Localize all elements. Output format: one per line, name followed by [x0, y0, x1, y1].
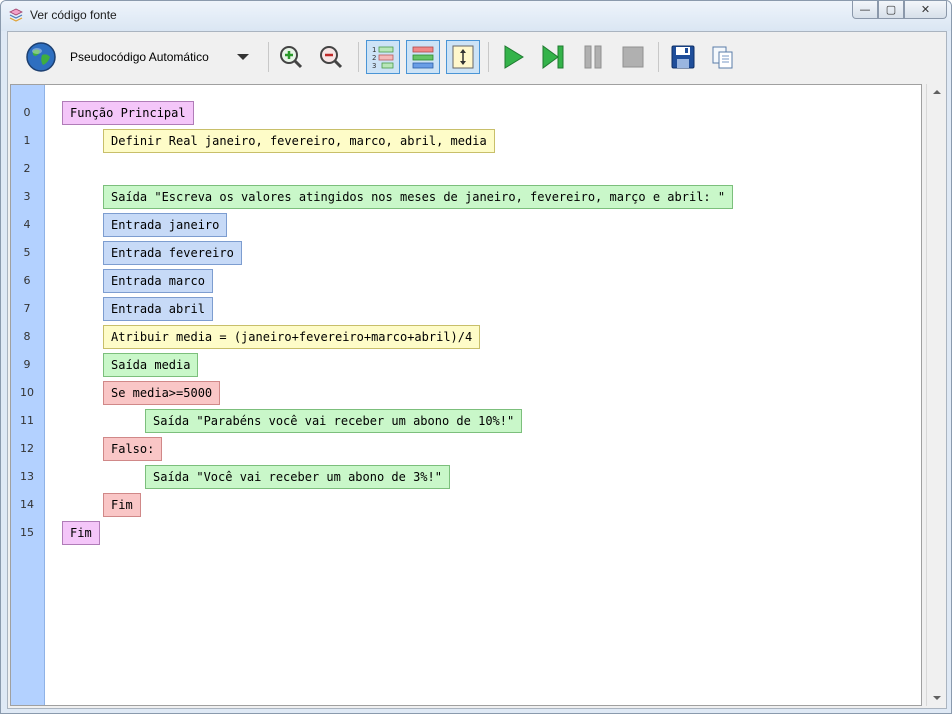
line-number-gutter: 0 1 2 3 4 5 6 7 8 9 10 11 12 13 14 15 — [11, 85, 45, 705]
code-block-in[interactable]: Entrada marco — [103, 269, 213, 293]
language-selector[interactable]: Pseudocódigo Automático — [70, 50, 209, 64]
code-block-cond[interactable]: Se media>=5000 — [103, 381, 221, 405]
color-blocks-icon[interactable] — [406, 40, 440, 74]
line-number: 9 — [23, 358, 31, 371]
run-icon[interactable] — [496, 40, 530, 74]
code-block-in[interactable]: Entrada fevereiro — [103, 241, 242, 265]
title-bar[interactable]: Ver código fonte — ▢ ✕ — [1, 1, 951, 31]
code-block-decl[interactable]: Definir Real janeiro, fevereiro, marco, … — [103, 129, 495, 153]
line-number: 6 — [23, 274, 31, 287]
line-number: 10 — [20, 386, 34, 399]
code-block-out[interactable]: Saída "Escreva os valores atingidos nos … — [103, 185, 734, 209]
code-block-in[interactable]: Entrada abril — [103, 297, 213, 321]
toolbar-separator — [268, 42, 269, 72]
code-block-out[interactable]: Saída "Você vai receber um abono de 3%!" — [145, 465, 450, 489]
svg-text:1: 1 — [372, 46, 376, 54]
line-numbers-icon[interactable]: 1 2 3 — [366, 40, 400, 74]
line-number: 12 — [20, 442, 34, 455]
code-editor[interactable]: 0 1 2 3 4 5 6 7 8 9 10 11 12 13 14 15 Função Principal D… — [10, 84, 922, 706]
scroll-down-icon[interactable] — [933, 696, 941, 700]
toolbar-separator — [488, 42, 489, 72]
line-number: 14 — [20, 498, 34, 511]
chevron-down-icon[interactable] — [237, 54, 249, 60]
code-block-cond[interactable]: Fim — [103, 493, 141, 517]
step-icon[interactable] — [536, 40, 570, 74]
app-window: Ver código fonte — ▢ ✕ Pseudocódigo Auto… — [0, 0, 952, 714]
zoom-in-icon[interactable] — [274, 40, 308, 74]
code-block-func[interactable]: Fim — [62, 521, 100, 545]
app-icon — [9, 8, 23, 22]
svg-text:3: 3 — [372, 62, 376, 70]
pause-icon[interactable] — [576, 40, 610, 74]
toolbar: Pseudocódigo Automático 1 2 3 — [8, 32, 946, 82]
code-block-out[interactable]: Saída media — [103, 353, 199, 377]
vertical-scrollbar[interactable] — [926, 84, 946, 706]
line-number: 8 — [23, 330, 31, 343]
code-block-decl[interactable]: Atribuir media = (janeiro+fevereiro+marc… — [103, 325, 481, 349]
globe-icon[interactable] — [24, 40, 58, 74]
window-controls: — ▢ ✕ — [852, 1, 947, 21]
line-number: 11 — [20, 414, 34, 427]
svg-text:2: 2 — [372, 54, 376, 62]
scroll-up-icon[interactable] — [933, 90, 941, 94]
window-title: Ver código fonte — [30, 8, 117, 22]
toolbar-separator — [358, 42, 359, 72]
line-number: 7 — [23, 302, 31, 315]
minimize-button[interactable]: — — [852, 1, 878, 19]
client-area: Pseudocódigo Automático 1 2 3 0 1 2 3 4 … — [7, 31, 947, 709]
maximize-button[interactable]: ▢ — [878, 1, 904, 19]
line-number: 0 — [23, 106, 31, 119]
close-button[interactable]: ✕ — [904, 1, 947, 19]
code-block-in[interactable]: Entrada janeiro — [103, 213, 228, 237]
fit-height-icon[interactable] — [446, 40, 480, 74]
line-number: 4 — [23, 218, 31, 231]
stop-icon[interactable] — [616, 40, 650, 74]
toolbar-separator — [658, 42, 659, 72]
save-icon[interactable] — [666, 40, 700, 74]
line-number: 13 — [20, 470, 34, 483]
code-block-cond[interactable]: Falso: — [103, 437, 163, 461]
copy-icon[interactable] — [706, 40, 740, 74]
line-number: 2 — [23, 162, 31, 175]
code-block-out[interactable]: Saída "Parabéns você vai receber um abon… — [145, 409, 523, 433]
code-block-func[interactable]: Função Principal — [62, 101, 194, 125]
line-number: 15 — [20, 526, 34, 539]
line-number: 5 — [23, 246, 31, 259]
line-number: 3 — [23, 190, 31, 203]
line-number: 1 — [23, 134, 31, 147]
zoom-out-icon[interactable] — [314, 40, 348, 74]
